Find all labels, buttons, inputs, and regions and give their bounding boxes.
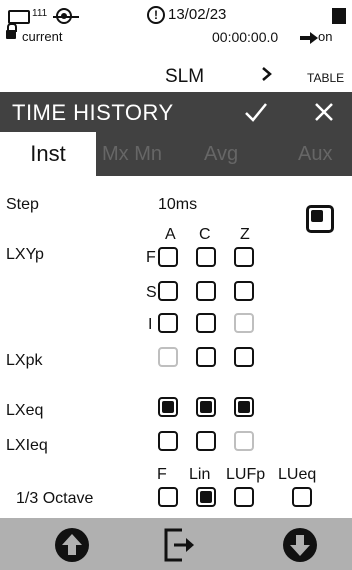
lxpk-label: LXpk	[6, 352, 43, 369]
octave-lufp-checkbox[interactable]	[234, 487, 254, 507]
column-header-a: A	[165, 226, 176, 243]
chevron-right-icon[interactable]	[260, 66, 274, 81]
step-checkbox[interactable]	[306, 205, 334, 233]
octave-lin-checkbox[interactable]	[196, 487, 216, 507]
lxieq-c-checkbox[interactable]	[196, 431, 216, 451]
lxieq-label: LXIeq	[6, 437, 48, 454]
octave-col-lin: Lin	[189, 466, 211, 483]
octave-f-checkbox[interactable]	[158, 487, 178, 507]
arrow-right-icon	[300, 32, 318, 44]
lock-icon	[6, 23, 17, 39]
row-label-f: F	[146, 249, 156, 266]
next-mode-link[interactable]: TABLE	[307, 71, 344, 85]
alert-icon: !	[147, 6, 165, 24]
tab-inst[interactable]: Inst	[0, 132, 96, 176]
step-label: Step	[6, 196, 39, 213]
battery-small-label: 111	[32, 8, 48, 19]
lxeq-c-checkbox[interactable]	[196, 397, 216, 417]
page-title: TIME HISTORY	[12, 100, 174, 125]
page-header: TIME HISTORY	[0, 92, 352, 132]
lxeq-a-checkbox[interactable]	[158, 397, 178, 417]
lxyp-i-c-checkbox[interactable]	[196, 313, 216, 333]
lxyp-s-c-checkbox[interactable]	[196, 281, 216, 301]
exit-icon[interactable]	[150, 526, 210, 564]
close-icon[interactable]	[312, 100, 336, 124]
row-label-i: I	[148, 316, 153, 333]
battery-full-icon	[332, 8, 346, 24]
current-mode: SLM	[165, 66, 205, 87]
lxyp-f-z-checkbox[interactable]	[234, 247, 254, 267]
lxyp-label: LXYp	[6, 246, 44, 263]
octave-col-lufp: LUFp	[226, 466, 266, 483]
lock-label: current	[22, 29, 63, 44]
column-header-c: C	[199, 226, 211, 243]
octave-label: 1/3 Octave	[16, 490, 94, 507]
arrow-up-circle-icon[interactable]	[42, 526, 102, 564]
lxieq-z-checkbox	[234, 431, 254, 451]
battery-small-icon	[8, 10, 30, 24]
gps-icon	[53, 8, 79, 24]
status-bar: 111 ! 13/02/23 current 00:00:00.0 on	[0, 0, 352, 60]
tab-mx-mn[interactable]: Mx Mn	[102, 132, 162, 176]
arrow-down-circle-icon[interactable]	[270, 526, 330, 564]
lxyp-i-a-checkbox[interactable]	[158, 313, 178, 333]
lxyp-f-a-checkbox[interactable]	[158, 247, 178, 267]
lxpk-a-checkbox	[158, 347, 178, 367]
mode-nav: SLM TABLE	[0, 62, 352, 90]
lxpk-c-checkbox[interactable]	[196, 347, 216, 367]
check-icon[interactable]	[243, 100, 269, 124]
lxyp-s-a-checkbox[interactable]	[158, 281, 178, 301]
lxeq-label: LXeq	[6, 402, 44, 419]
lxyp-s-z-checkbox[interactable]	[234, 281, 254, 301]
lxpk-z-checkbox[interactable]	[234, 347, 254, 367]
lxieq-a-checkbox[interactable]	[158, 431, 178, 451]
step-value[interactable]: 10ms	[158, 196, 197, 214]
tab-aux[interactable]: Aux	[298, 132, 332, 176]
lxeq-z-checkbox[interactable]	[234, 397, 254, 417]
octave-col-f: F	[157, 466, 167, 483]
bottom-toolbar	[0, 518, 352, 570]
timer-text: 00:00:00.0	[212, 29, 279, 45]
date-text: 13/02/23	[168, 6, 227, 23]
tab-bar: Inst Mx Mn Avg Aux	[0, 132, 352, 176]
column-header-z: Z	[240, 226, 250, 243]
octave-lueq-checkbox[interactable]	[292, 487, 312, 507]
tab-avg[interactable]: Avg	[204, 132, 238, 176]
power-state-text: on	[318, 29, 333, 44]
lxyp-i-z-checkbox	[234, 313, 254, 333]
octave-col-lueq: LUeq	[278, 466, 317, 483]
row-label-s: S	[146, 284, 157, 301]
lxyp-f-c-checkbox[interactable]	[196, 247, 216, 267]
